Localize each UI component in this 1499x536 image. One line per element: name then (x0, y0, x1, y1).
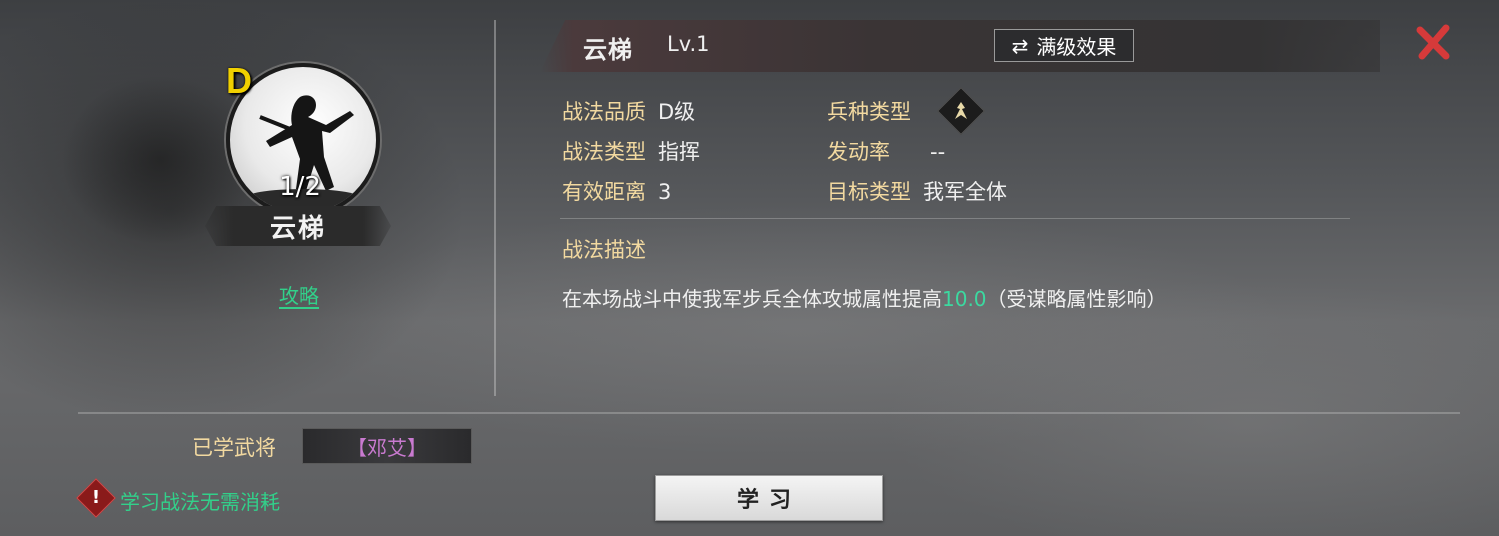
swap-icon: ⇄ (1011, 33, 1029, 58)
attr-quality-label: 战法品质 (562, 100, 646, 124)
grade-badge: D (226, 60, 252, 101)
attr-type-label: 战法类型 (562, 140, 646, 164)
infantry-icon (936, 86, 986, 136)
description-text-after: （受谋略属性影响） (986, 287, 1167, 311)
attr-rate: 发动率 -- (827, 136, 945, 166)
learned-generals-label: 已学武将 (192, 436, 276, 460)
section-divider (560, 218, 1350, 219)
skill-name-plate: 云梯 (205, 206, 391, 246)
attr-range: 有效距离 3 (562, 176, 671, 206)
warning-icon: ! (76, 478, 116, 518)
description-title: 战法描述 (562, 238, 646, 262)
skill-name: 云梯 (269, 213, 326, 244)
max-level-effect-button[interactable]: ⇄ 满级效果 (994, 29, 1134, 62)
learned-general-tag[interactable]: 【邓艾】 (302, 428, 472, 464)
attr-rate-value: -- (930, 140, 946, 164)
max-level-effect-label: 满级效果 (1036, 35, 1117, 59)
attr-rate-label: 发动率 (827, 140, 890, 164)
attr-quality: 战法品质 D级 (562, 96, 695, 126)
description-text: 在本场战斗中使我军步兵全体攻城属性提高10.0（受谋略属性影响） (562, 283, 1167, 312)
skill-count: 1/2 (279, 172, 321, 202)
warning-text: 学习战法无需消耗 (120, 490, 280, 514)
close-icon (1416, 24, 1450, 60)
attr-target: 目标类型 我军全体 (827, 176, 1007, 206)
strategy-link[interactable]: 攻略 (260, 280, 338, 309)
close-button[interactable] (1414, 22, 1454, 62)
attr-target-value: 我军全体 (923, 180, 1007, 204)
horizontal-divider (78, 412, 1460, 414)
attr-quality-value: D级 (658, 100, 696, 124)
attr-range-label: 有效距离 (562, 180, 646, 204)
attr-type-value: 指挥 (658, 140, 700, 164)
skill-level: Lv.1 (667, 32, 710, 56)
vertical-divider (494, 20, 496, 396)
skill-title: 云梯 (583, 36, 633, 64)
description-text-before: 在本场战斗中使我军步兵全体攻城属性提高 (562, 287, 942, 311)
description-highlight: 10.0 (942, 287, 987, 311)
attr-range-value: 3 (658, 180, 672, 204)
attr-troop-label: 兵种类型 (827, 100, 911, 124)
attr-troop: 兵种类型 (827, 96, 911, 126)
attr-target-label: 目标类型 (827, 180, 911, 204)
header-bar (540, 20, 1380, 72)
learn-button[interactable]: 学习 (655, 475, 883, 521)
attr-type: 战法类型 指挥 (562, 136, 700, 166)
